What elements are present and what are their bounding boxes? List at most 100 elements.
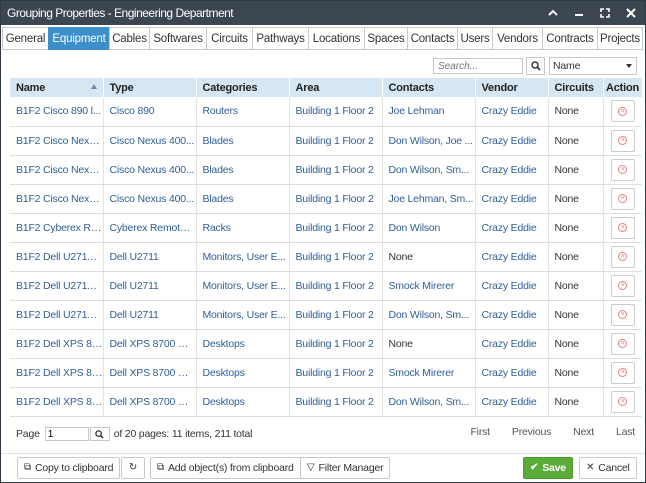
remove-button[interactable]: ×: [610, 129, 635, 152]
cell-type[interactable]: Cisco Nexus 400...: [103, 155, 197, 185]
cell-categories[interactable]: Monitors, User E...: [196, 242, 290, 272]
cell-type[interactable]: Cisco Nexus 400...: [103, 126, 197, 156]
cell-type[interactable]: Dell U2711: [103, 242, 197, 272]
cell-vendor[interactable]: Crazy Eddie: [475, 242, 549, 272]
tab-softwares[interactable]: Softwares: [149, 27, 206, 50]
column-header-categories[interactable]: Categories: [196, 78, 290, 97]
table-row[interactable]: B1F2 Dell U2711 ... Dell U2711 Monitors, U…: [10, 300, 642, 330]
cell-vendor[interactable]: Crazy Eddie: [475, 329, 549, 359]
cell-type[interactable]: Dell U2711: [103, 300, 197, 330]
table-row[interactable]: B1F2 Cisco Nexu... Cisco Nexus 400... Blad…: [10, 184, 642, 214]
filter-manager-button[interactable]: ▽ Filter Manager: [300, 457, 391, 479]
remove-button[interactable]: ×: [610, 158, 635, 181]
cell-contacts[interactable]: Smock Mirerer: [382, 271, 476, 301]
cell-name[interactable]: B1F2 Cisco Nexu...: [10, 126, 104, 156]
table-row[interactable]: B1F2 Cisco Nexu... Cisco Nexus 400... Blad…: [10, 126, 642, 156]
search-input[interactable]: [433, 58, 523, 74]
cell-categories[interactable]: Blades: [196, 155, 290, 185]
tab-general[interactable]: General: [2, 27, 48, 50]
collapse-icon[interactable]: [547, 4, 559, 22]
table-row[interactable]: B1F2 Dell U2711 ... Dell U2711 Monitors, U…: [10, 242, 642, 272]
cell-area[interactable]: Building 1 Floor 2: [289, 213, 383, 243]
tab-spaces[interactable]: Spaces: [364, 27, 407, 50]
cell-categories[interactable]: Blades: [196, 126, 290, 156]
cell-contacts[interactable]: Don Wilson, Sm...: [382, 300, 476, 330]
cell-area[interactable]: Building 1 Floor 2: [289, 387, 383, 417]
tab-locations[interactable]: Locations: [308, 27, 364, 50]
sort-select[interactable]: Name: [549, 57, 637, 75]
cell-area[interactable]: Building 1 Floor 2: [289, 300, 383, 330]
cell-name[interactable]: B1F2 Dell XPS 87...: [10, 358, 104, 388]
cell-type[interactable]: Dell XPS 8700 De...: [103, 329, 197, 359]
tab-users[interactable]: Users: [457, 27, 492, 50]
tab-contacts[interactable]: Contacts: [407, 27, 457, 50]
close-icon[interactable]: [625, 4, 637, 22]
table-row[interactable]: B1F2 Cisco 890 l... Cisco 890 Routers Build…: [10, 97, 642, 127]
column-header-vendor[interactable]: Vendor: [475, 78, 549, 97]
last-page-link[interactable]: Last: [616, 426, 635, 438]
remove-button[interactable]: ×: [610, 245, 635, 268]
cell-name[interactable]: B1F2 Dell XPS 87...: [10, 387, 104, 417]
cell-contacts[interactable]: Don Wilson, Joe ...: [382, 126, 476, 156]
cell-categories[interactable]: Racks: [196, 213, 290, 243]
table-row[interactable]: B1F2 Dell XPS 87... Dell XPS 8700 De... De…: [10, 358, 642, 388]
minimize-icon[interactable]: [573, 4, 585, 22]
cell-categories[interactable]: Monitors, User E...: [196, 271, 290, 301]
table-row[interactable]: B1F2 Cisco Nexu... Cisco Nexus 400... Blad…: [10, 155, 642, 185]
remove-button[interactable]: ×: [610, 303, 635, 326]
column-header-name[interactable]: Name: [10, 78, 104, 97]
tab-equipment[interactable]: Equipment: [48, 27, 109, 50]
remove-button[interactable]: ×: [610, 274, 635, 297]
cell-vendor[interactable]: Crazy Eddie: [475, 126, 549, 156]
copy-to-clipboard-button[interactable]: ⧉ Copy to clipboard: [17, 457, 121, 479]
cell-categories[interactable]: Monitors, User E...: [196, 300, 290, 330]
cell-categories[interactable]: Desktops: [196, 329, 290, 359]
cell-vendor[interactable]: Crazy Eddie: [475, 358, 549, 388]
column-header-circuits[interactable]: Circuits: [548, 78, 604, 97]
cell-categories[interactable]: Desktops: [196, 387, 290, 417]
table-row[interactable]: B1F2 Dell U2711 ... Dell U2711 Monitors, U…: [10, 271, 642, 301]
cell-area[interactable]: Building 1 Floor 2: [289, 271, 383, 301]
cancel-button[interactable]: ✕ Cancel: [579, 457, 637, 479]
remove-button[interactable]: ×: [610, 390, 635, 413]
next-page-link[interactable]: Next: [573, 426, 594, 438]
remove-button[interactable]: ×: [610, 187, 635, 210]
remove-button[interactable]: ×: [610, 361, 635, 384]
refresh-button[interactable]: ↻: [121, 457, 145, 479]
cell-categories[interactable]: Routers: [196, 97, 290, 127]
cell-name[interactable]: B1F2 Cisco Nexu...: [10, 184, 104, 214]
column-header-type[interactable]: Type: [103, 78, 197, 97]
cell-contacts[interactable]: Don Wilson, Sm...: [382, 387, 476, 417]
add-from-clipboard-button[interactable]: ⧉ Add object(s) from clipboard: [150, 457, 301, 479]
tab-contracts[interactable]: Contracts: [542, 27, 597, 50]
cell-name[interactable]: B1F2 Cyberex Re...: [10, 213, 104, 243]
table-row[interactable]: B1F2 Cyberex Re... Cyberex Remote ... Rack…: [10, 213, 642, 243]
cell-vendor[interactable]: Crazy Eddie: [475, 155, 549, 185]
save-button[interactable]: ✔ Save: [523, 457, 573, 479]
cell-name[interactable]: B1F2 Dell XPS 87...: [10, 329, 104, 359]
first-page-link[interactable]: First: [470, 426, 490, 438]
cell-type[interactable]: Dell XPS 8700 De...: [103, 358, 197, 388]
remove-button[interactable]: ×: [610, 332, 635, 355]
table-row[interactable]: B1F2 Dell XPS 87... Dell XPS 8700 De... De…: [10, 387, 642, 417]
cell-vendor[interactable]: Crazy Eddie: [475, 213, 549, 243]
cell-categories[interactable]: Blades: [196, 184, 290, 214]
cell-type[interactable]: Cyberex Remote ...: [103, 213, 197, 243]
remove-button[interactable]: ×: [610, 216, 635, 239]
cell-vendor[interactable]: Crazy Eddie: [475, 387, 549, 417]
cell-contacts[interactable]: Joe Lehman, Sm...: [382, 184, 476, 214]
cell-area[interactable]: Building 1 Floor 2: [289, 97, 383, 127]
cell-area[interactable]: Building 1 Floor 2: [289, 242, 383, 272]
tab-projects[interactable]: Projects: [597, 27, 643, 50]
cell-name[interactable]: B1F2 Cisco 890 l...: [10, 97, 104, 127]
cell-vendor[interactable]: Crazy Eddie: [475, 184, 549, 214]
cell-area[interactable]: Building 1 Floor 2: [289, 155, 383, 185]
cell-name[interactable]: B1F2 Dell U2711 ...: [10, 271, 104, 301]
cell-contacts[interactable]: Don Wilson, Sm...: [382, 155, 476, 185]
cell-vendor[interactable]: Crazy Eddie: [475, 97, 549, 127]
cell-contacts[interactable]: Joe Lehman: [382, 97, 476, 127]
cell-type[interactable]: Dell XPS 8700 De...: [103, 387, 197, 417]
tab-pathways[interactable]: Pathways: [252, 27, 308, 50]
cell-type[interactable]: Cisco Nexus 400...: [103, 184, 197, 214]
search-button[interactable]: [526, 57, 545, 75]
